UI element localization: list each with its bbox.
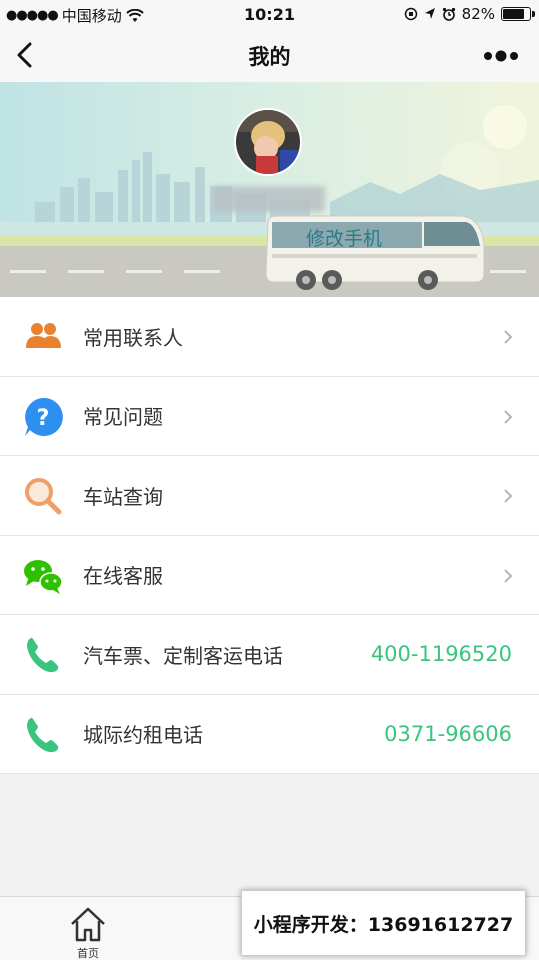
more-options-icon[interactable]: [481, 44, 521, 68]
promo-banner: 小程序开发：13691612727: [241, 890, 526, 956]
user-name-blurred: [213, 186, 325, 212]
home-icon: [71, 907, 105, 942]
chevron-right-icon: [504, 330, 513, 344]
profile-banner: 修改手机: [0, 82, 539, 297]
phone-row-intercity[interactable]: 城际约租电话 0371-96606: [0, 695, 539, 774]
back-arrow-icon[interactable]: [12, 40, 42, 70]
phone-number[interactable]: 400-1196520: [371, 642, 512, 666]
menu-list: 常用联系人 ? 常见问题 车站查询 在线客服 汽车票、定制客运电话 400-11…: [0, 297, 539, 774]
status-right: 82%: [404, 5, 535, 23]
phone-number[interactable]: 0371-96606: [384, 722, 512, 746]
chevron-right-icon: [504, 568, 513, 583]
chevron-right-icon: [504, 489, 513, 503]
menu-item-online-service[interactable]: 在线客服: [0, 536, 539, 615]
phone-icon: [27, 717, 59, 752]
nav-bar: 我的: [0, 30, 539, 82]
menu-item-contacts[interactable]: 常用联系人: [0, 297, 539, 377]
battery-percent: 82%: [461, 5, 495, 23]
avatar[interactable]: [234, 108, 302, 176]
menu-item-label: 在线客服: [83, 564, 163, 589]
avatar-image: [236, 110, 300, 174]
page-title: 我的: [248, 45, 291, 69]
status-bar: ●●●●● 中国移动 10:21 82%: [0, 0, 539, 30]
chevron-right-icon: [504, 409, 513, 424]
help-icon: ?: [25, 397, 63, 436]
battery-fill: [503, 9, 525, 19]
wechat-icon: [24, 559, 63, 594]
svg-text:?: ?: [37, 406, 50, 431]
search-icon: [25, 478, 62, 515]
promo-text: 小程序开发：13691612727: [253, 913, 514, 936]
battery-icon: [501, 7, 535, 21]
location-icon: [424, 8, 435, 19]
tab-home[interactable]: 首页: [62, 901, 114, 960]
modify-phone-link[interactable]: 修改手机: [306, 224, 382, 251]
menu-item-station-search[interactable]: 车站查询: [0, 456, 539, 536]
phone-row-label: 汽车票、定制客运电话: [83, 643, 283, 668]
tab-home-label: 首页: [77, 947, 99, 960]
contacts-icon: [26, 323, 61, 348]
phone-row-label: 城际约租电话: [83, 723, 203, 748]
orientation-lock-icon: [404, 7, 417, 21]
phone-row-bus-ticket[interactable]: 汽车票、定制客运电话 400-1196520: [0, 615, 539, 695]
alarm-icon: [442, 7, 455, 21]
phone-icon: [27, 637, 59, 673]
menu-item-label: 常见问题: [83, 405, 163, 430]
menu-item-faq[interactable]: ? 常见问题: [0, 377, 539, 456]
menu-item-label: 车站查询: [83, 484, 163, 509]
menu-item-label: 常用联系人: [83, 325, 183, 350]
